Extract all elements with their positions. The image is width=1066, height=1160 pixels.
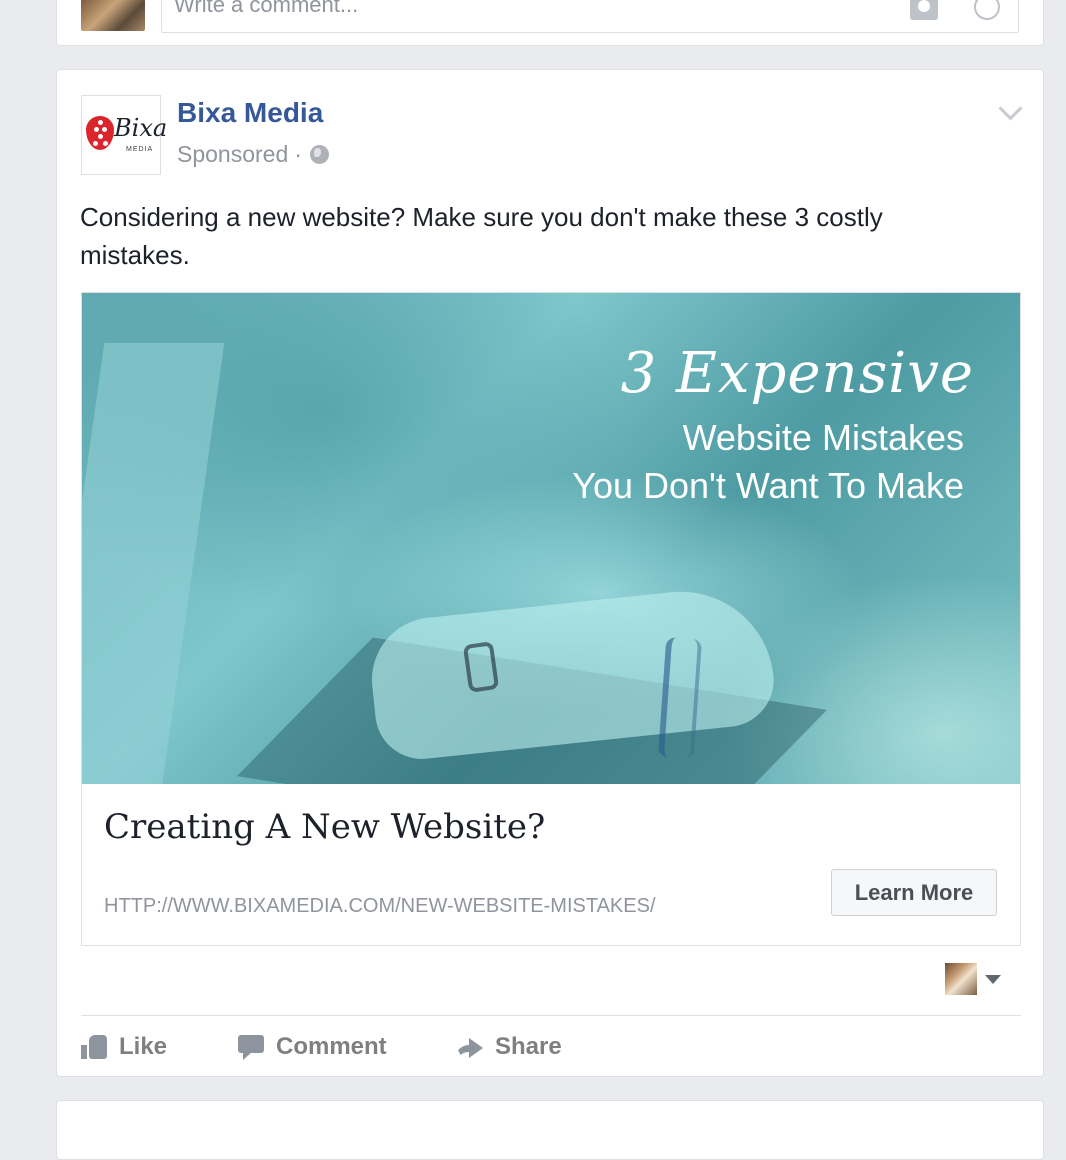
share-button[interactable]: Share	[455, 1028, 562, 1066]
caret-down-icon[interactable]	[985, 975, 1001, 984]
chevron-down-icon[interactable]	[998, 96, 1023, 121]
share-arrow-icon	[455, 1035, 483, 1059]
ad-image[interactable]: 3 Expensive Website Mistakes You Don't W…	[82, 293, 1020, 784]
globe-icon[interactable]	[309, 145, 329, 164]
laptop-screen-shape	[82, 343, 225, 784]
meta-separator: ·	[294, 141, 302, 167]
next-post-card	[56, 1100, 1044, 1160]
sponsored-post-card: Bixa MEDIA Bixa Media Sponsored · Consid…	[56, 69, 1044, 1077]
share-label: Share	[495, 1033, 562, 1060]
speech-bubble-icon	[238, 1035, 264, 1060]
emoji-icon[interactable]	[974, 0, 1000, 20]
ring-shape	[462, 641, 500, 693]
actor-avatar[interactable]	[945, 963, 977, 995]
avatar[interactable]	[81, 0, 145, 31]
like-button[interactable]: Like	[81, 1028, 167, 1066]
ad-subline-2: You Don't Want To Make	[572, 465, 964, 506]
divider	[81, 1015, 1021, 1016]
page-logo[interactable]: Bixa MEDIA	[81, 95, 167, 175]
link-title[interactable]: Creating A New Website?	[104, 807, 545, 847]
comment-input[interactable]: Write a comment...	[161, 0, 1019, 33]
link-url: HTTP://WWW.BIXAMEDIA.COM/NEW-WEBSITE-MIS…	[104, 895, 656, 917]
learn-more-button[interactable]: Learn More	[831, 869, 997, 916]
like-label: Like	[119, 1033, 168, 1060]
post-text: Considering a new website? Make sure you…	[80, 202, 883, 270]
post-meta: Sponsored ·	[177, 141, 329, 168]
comment-placeholder: Write a comment...	[174, 0, 359, 17]
ad-subline-1: Website Mistakes	[682, 417, 964, 458]
camera-icon[interactable]	[910, 0, 938, 20]
sponsored-label[interactable]: Sponsored	[177, 141, 288, 168]
previous-post-card: Write a comment...	[56, 0, 1044, 46]
ad-headline: 3 Expensive	[620, 341, 974, 406]
page-name-link[interactable]: Bixa Media	[177, 97, 323, 129]
link-attachment[interactable]: 3 Expensive Website Mistakes You Don't W…	[81, 292, 1021, 946]
bixa-flower-icon	[86, 116, 114, 150]
comment-button[interactable]: Comment	[238, 1028, 387, 1066]
logo-word: Bixa	[114, 114, 168, 142]
comment-label: Comment	[276, 1033, 387, 1060]
thumbs-up-icon	[81, 1035, 107, 1059]
logo-sub: MEDIA	[126, 146, 154, 153]
